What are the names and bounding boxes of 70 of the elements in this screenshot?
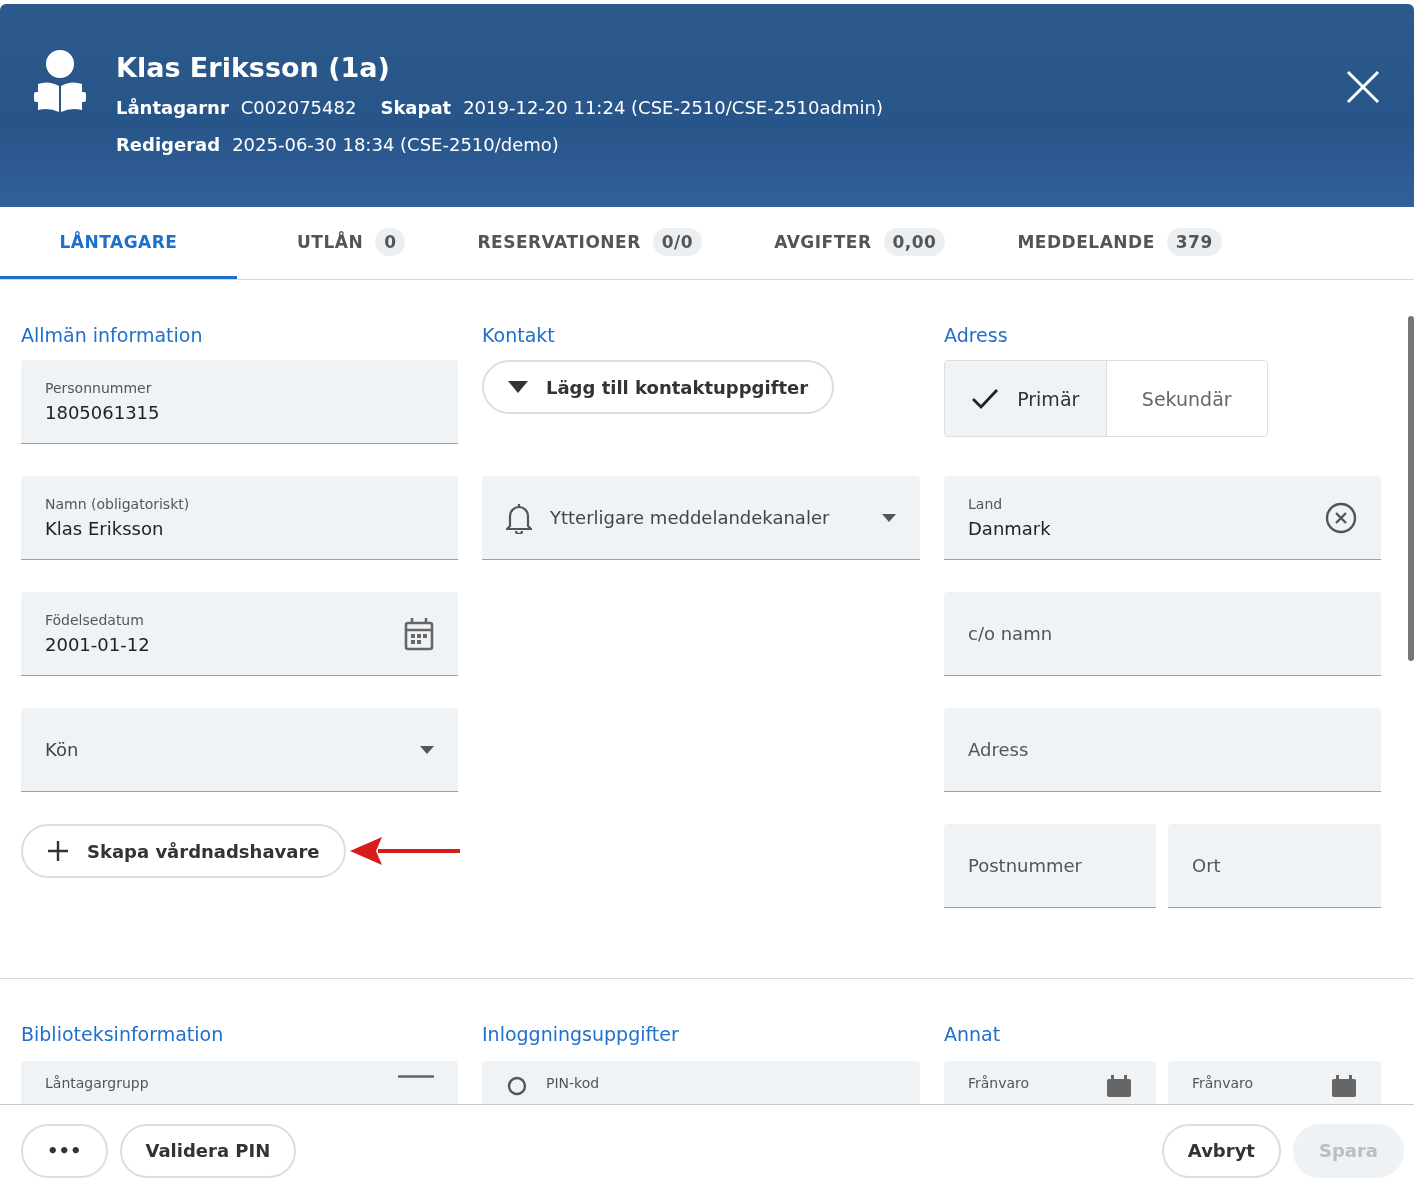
fact-label: Skapat [380,97,452,118]
select-field[interactable]: Kön [21,708,458,792]
toggle-option[interactable]: Primär [945,361,1106,436]
tab[interactable]: AVGIFTER 0,00 [738,207,982,279]
select-placeholder: Ytterligare meddelandekanaler [550,507,831,528]
text-field[interactable]: PIN-kod [482,1061,920,1104]
dropdown-caret-icon [420,745,434,754]
section-title: Adress [944,324,1009,348]
section-title: Allmän information [21,324,204,348]
check-icon [971,387,1000,410]
clear-icon [1325,501,1357,534]
fact-value: C002075482 [240,97,357,118]
tab[interactable]: UTLÅN 0 [237,207,442,279]
patron-name: Klas Eriksson (1a) [116,52,391,83]
reader-icon [34,50,86,114]
add-guardian-button[interactable]: Skapa vårdnadshavare [21,824,346,878]
count-badge: 0,00 [883,227,946,256]
fact-value: 2025-06-30 18:34 (CSE-2510/demo) [232,134,559,155]
text-field[interactable]: Personnummer 1805061315 [21,360,458,444]
select-placeholder: Kön [45,739,80,760]
field-label: Låntagargrupp [45,1075,150,1091]
field-label: Frånvaro [1192,1075,1255,1091]
text-field[interactable]: Namn (obligatoriskt) Klas Eriksson [21,476,458,560]
fact-label: Redigerad [116,134,221,155]
expand-button[interactable]: Lägg till kontaktuppgifter [482,360,835,414]
count-badge: 0 [375,227,406,256]
date-field[interactable]: Födelsedatum 2001-01-12 [21,592,458,676]
field-value: 1805061315 [45,402,161,423]
section-title: Biblioteksinformation [21,1023,225,1047]
field-label: Namn (obligatoriskt) [45,496,191,512]
field-value: 2001-01-12 [45,634,151,655]
field-label: Frånvaro [968,1075,1031,1091]
field-label: Land [968,496,1004,512]
fact-label: Låntagarnr [116,97,229,118]
input-field[interactable]: Postnummer [968,855,1132,876]
dropdown-caret-icon [882,513,896,522]
count-badge: 0/0 [652,227,703,256]
tab[interactable]: MEDDELANDE 379 [981,207,1258,279]
tab[interactable]: LÅNTAGARE [0,207,237,279]
calendar-icon [1331,1075,1357,1097]
tab[interactable]: RESERVATIONER 0/0 [441,207,739,279]
input-field[interactable]: Adress [968,739,1357,760]
field-value: Klas Eriksson [45,518,165,539]
field-label: PIN-kod [546,1075,601,1091]
section-title: Kontakt [482,324,556,348]
input-field[interactable]: c/o namn [968,623,1357,644]
calendar-icon [404,616,434,651]
bell-icon [506,501,532,534]
calendar-icon [1106,1075,1132,1097]
toggle-option[interactable]: Sekundär [1105,361,1267,436]
section-title: Annat [944,1023,1002,1047]
fact-value: 2019-12-20 11:24 (CSE-2510/CSE-2510admin) [463,97,883,118]
field-value: Danmark [968,518,1052,539]
date-field[interactable]: Frånvaro [944,1061,1156,1104]
field-label: Födelsedatum [45,612,145,628]
action-button[interactable]: Validera PIN [119,1123,297,1178]
select-field[interactable]: Låntagargrupp [21,1061,458,1104]
date-field[interactable]: Frånvaro [1168,1061,1381,1104]
count-badge: 379 [1166,227,1222,256]
caret-icon [508,381,528,393]
select-field[interactable]: Ytterligare meddelandekanaler [482,476,920,560]
section-title: Inloggningsuppgifter [482,1023,680,1047]
close-button[interactable] [1346,70,1380,104]
select-field[interactable]: Land Danmark [944,476,1381,560]
input-field[interactable]: Ort [1192,855,1357,876]
field-label: Personnummer [45,380,153,396]
close-icon [1346,70,1380,104]
plus-icon [47,840,69,862]
more-button[interactable]: ••• [21,1123,108,1178]
action-button[interactable]: Avbryt [1161,1123,1281,1178]
